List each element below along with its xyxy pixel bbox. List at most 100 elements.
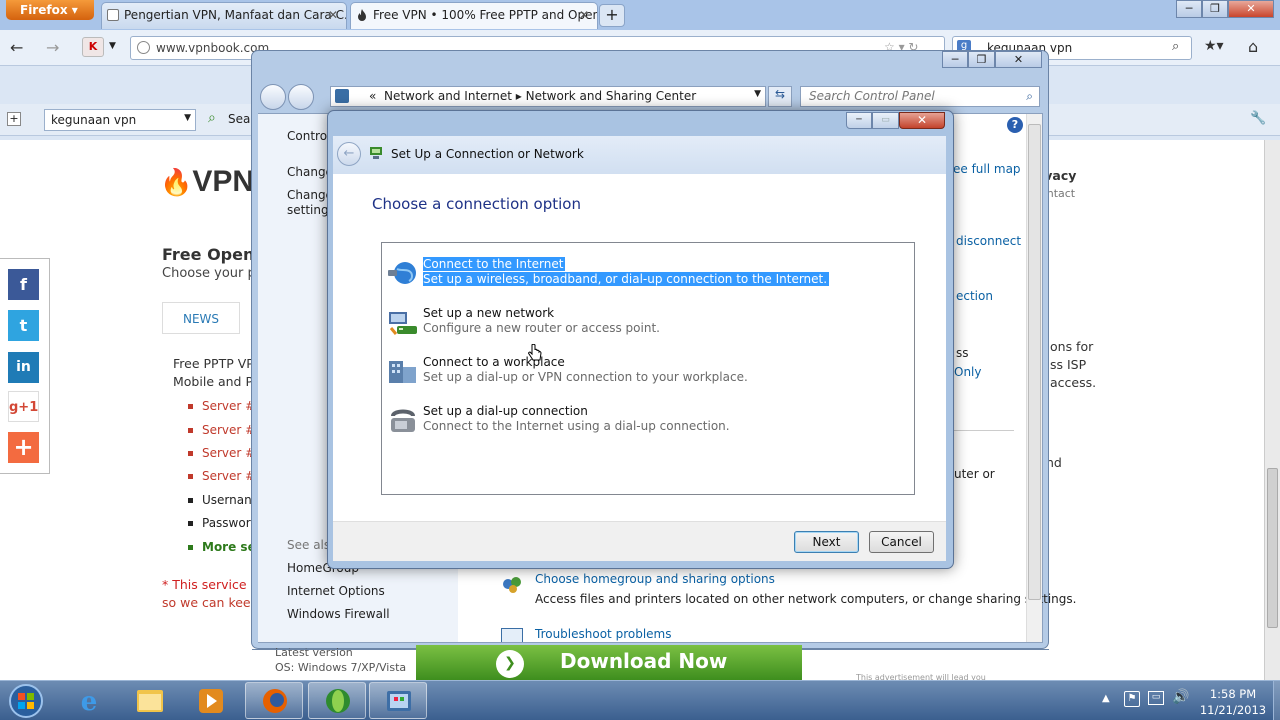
app-taskbar-icon[interactable] xyxy=(308,682,366,719)
os-label: OS: Windows 7/XP/Vista xyxy=(275,661,407,674)
server-item: Server # xyxy=(188,469,255,483)
media-player-icon[interactable] xyxy=(182,682,240,719)
facebook-icon[interactable]: f xyxy=(8,269,39,300)
password-item: Passwor xyxy=(188,516,251,530)
new-tab-button[interactable]: + xyxy=(599,4,625,27)
breadcrumb-root[interactable]: « xyxy=(369,89,376,103)
bookmarks-icon[interactable]: ★▾ xyxy=(1204,38,1224,54)
option-desc: Set up a dial-up or VPN connection to yo… xyxy=(423,370,748,384)
help-icon[interactable]: ? xyxy=(1007,117,1023,133)
option-dialup[interactable]: Set up a dial-up connection Connect to t… xyxy=(387,400,907,446)
network-status-icon[interactable]: ▭ xyxy=(1148,691,1164,705)
back-icon[interactable]: ← xyxy=(10,38,23,57)
router-label: uter or xyxy=(954,467,995,481)
disconnect-link[interactable]: disconnect xyxy=(956,234,1021,248)
start-button[interactable] xyxy=(4,682,50,719)
browser-close-button[interactable]: ✕ xyxy=(1228,0,1274,18)
browser-minimize-button[interactable]: ─ xyxy=(1176,0,1202,18)
download-now-button[interactable]: Download Now xyxy=(416,645,802,680)
googleplus-icon[interactable]: g+1 xyxy=(8,391,39,422)
cp-search-input[interactable]: Search Control Panel ⌕ xyxy=(800,86,1040,107)
server-item: Server # xyxy=(188,399,255,413)
linkedin-icon[interactable]: in xyxy=(8,352,39,383)
cp-close-button[interactable]: ✕ xyxy=(995,51,1042,68)
tab-title: Free VPN • 100% Free PPTP and Open... xyxy=(373,8,598,22)
dialog-close-button[interactable]: ✕ xyxy=(899,112,945,129)
cp-scrollbar[interactable] xyxy=(1026,114,1042,642)
connection-link[interactable]: ection xyxy=(956,289,993,303)
tab-pengertian-vpn[interactable]: Pengertian VPN, Manfaat dan Cara C... ✕ xyxy=(101,2,347,29)
internet-options-link[interactable]: Internet Options xyxy=(287,584,385,598)
refresh-icon[interactable]: ⇆ xyxy=(768,86,792,107)
browser-restore-button[interactable]: ❐ xyxy=(1202,0,1228,18)
search-icon: ⌕ xyxy=(1026,89,1033,103)
intro-line: Mobile and P xyxy=(173,374,254,389)
note-line: so we can keep xyxy=(162,595,259,610)
vpnbook-logo[interactable]: 🔥VPN xyxy=(160,165,254,199)
note-line: * This service i xyxy=(162,577,254,592)
homegroup-options-link[interactable]: Choose homegroup and sharing options xyxy=(535,572,775,586)
dialog-back-button[interactable]: ← xyxy=(337,142,361,166)
toolbar-search-button[interactable]: ⌕ Search xyxy=(204,110,269,130)
firefox-taskbar-icon[interactable] xyxy=(245,682,303,719)
workplace-icon xyxy=(387,355,419,387)
cp-left-link[interactable]: Control xyxy=(287,129,330,143)
close-tab-icon[interactable]: ✕ xyxy=(579,8,589,22)
breadcrumb-sharing-center[interactable]: Network and Sharing Center xyxy=(526,89,697,103)
breadcrumb-network-internet[interactable]: Network and Internet xyxy=(384,89,512,103)
control-panel-taskbar-icon[interactable] xyxy=(369,682,427,719)
cp-maximize-button[interactable]: ❐ xyxy=(968,51,995,68)
addon-icon[interactable]: K xyxy=(82,37,104,57)
option-title: Set up a dial-up connection xyxy=(423,404,588,418)
homegroup-icon xyxy=(501,574,523,594)
wrench-icon[interactable]: 🔧 xyxy=(1250,111,1266,126)
globe-icon xyxy=(387,257,419,289)
forward-icon[interactable]: → xyxy=(46,38,59,57)
show-hidden-icons[interactable]: ▲ xyxy=(1102,693,1110,704)
homegroup-desc: Access files and printers located on oth… xyxy=(535,592,1077,606)
option-title: Connect to a workplace xyxy=(423,355,565,369)
chevron-down-icon[interactable]: ▼ xyxy=(109,41,116,51)
clock[interactable]: 1:58 PM 11/21/2013 xyxy=(1192,686,1274,718)
file-explorer-icon[interactable] xyxy=(121,682,179,719)
volume-icon[interactable]: 🔊 xyxy=(1172,689,1189,705)
option-workplace[interactable]: Connect to a workplace Set up a dial-up … xyxy=(387,351,907,397)
flame-icon xyxy=(356,9,368,21)
cp-back-button[interactable] xyxy=(260,84,286,110)
download-arrow-icon: ❯ xyxy=(496,650,524,678)
chevron-down-icon[interactable]: ▼ xyxy=(754,89,761,99)
tab-free-vpn[interactable]: Free VPN • 100% Free PPTP and Open... ✕ xyxy=(350,2,598,29)
text-line: access. xyxy=(1050,375,1097,390)
addthis-icon[interactable]: + xyxy=(8,432,39,463)
windows-firewall-link[interactable]: Windows Firewall xyxy=(287,607,390,621)
firefox-menu-button[interactable]: Firefox ▾ xyxy=(6,0,94,20)
option-new-network[interactable]: Set up a new network Configure a new rou… xyxy=(387,302,907,348)
expand-icon[interactable]: + xyxy=(7,112,21,126)
page-scrollbar[interactable] xyxy=(1264,140,1280,680)
intro-text: Free PPTP VP Mobile and P xyxy=(173,355,254,391)
search-icon[interactable]: ⌕ xyxy=(1172,39,1179,54)
next-button[interactable]: Next xyxy=(794,531,859,553)
dialog-minimize-button[interactable]: ─ xyxy=(846,112,872,129)
troubleshoot-link[interactable]: Troubleshoot problems xyxy=(535,627,671,641)
cancel-button[interactable]: Cancel xyxy=(869,531,934,553)
cp-address-bar[interactable]: « Network and Internet ▸ Network and Sha… xyxy=(330,86,766,107)
close-tab-icon[interactable]: ✕ xyxy=(328,8,338,22)
show-desktop-button[interactable] xyxy=(1273,681,1280,720)
username-item: Usernan xyxy=(188,493,252,507)
cp-forward-button[interactable] xyxy=(288,84,314,110)
action-center-icon[interactable]: ⚑ xyxy=(1124,691,1140,707)
clock-time: 1:58 PM xyxy=(1209,687,1257,701)
see-full-map-link[interactable]: ee full map xyxy=(953,162,1021,176)
twitter-icon[interactable]: t xyxy=(8,310,39,341)
option-connect-internet[interactable]: Connect to the Internet Set up a wireles… xyxy=(387,253,907,299)
toolbar-search-input[interactable]: kegunaan vpn ▼ xyxy=(44,109,196,131)
internet-explorer-icon[interactable]: e xyxy=(60,682,118,719)
option-desc: Connect to the Internet using a dial-up … xyxy=(423,419,730,433)
cp-search-placeholder: Search Control Panel xyxy=(809,89,935,103)
tab-news[interactable]: NEWS xyxy=(162,302,240,334)
home-icon[interactable]: ⌂ xyxy=(1248,37,1258,56)
only-link[interactable]: Only xyxy=(954,365,982,379)
right-column-text: ons for ss ISP access. nd xyxy=(1046,338,1097,472)
cp-minimize-button[interactable]: ─ xyxy=(942,51,968,68)
